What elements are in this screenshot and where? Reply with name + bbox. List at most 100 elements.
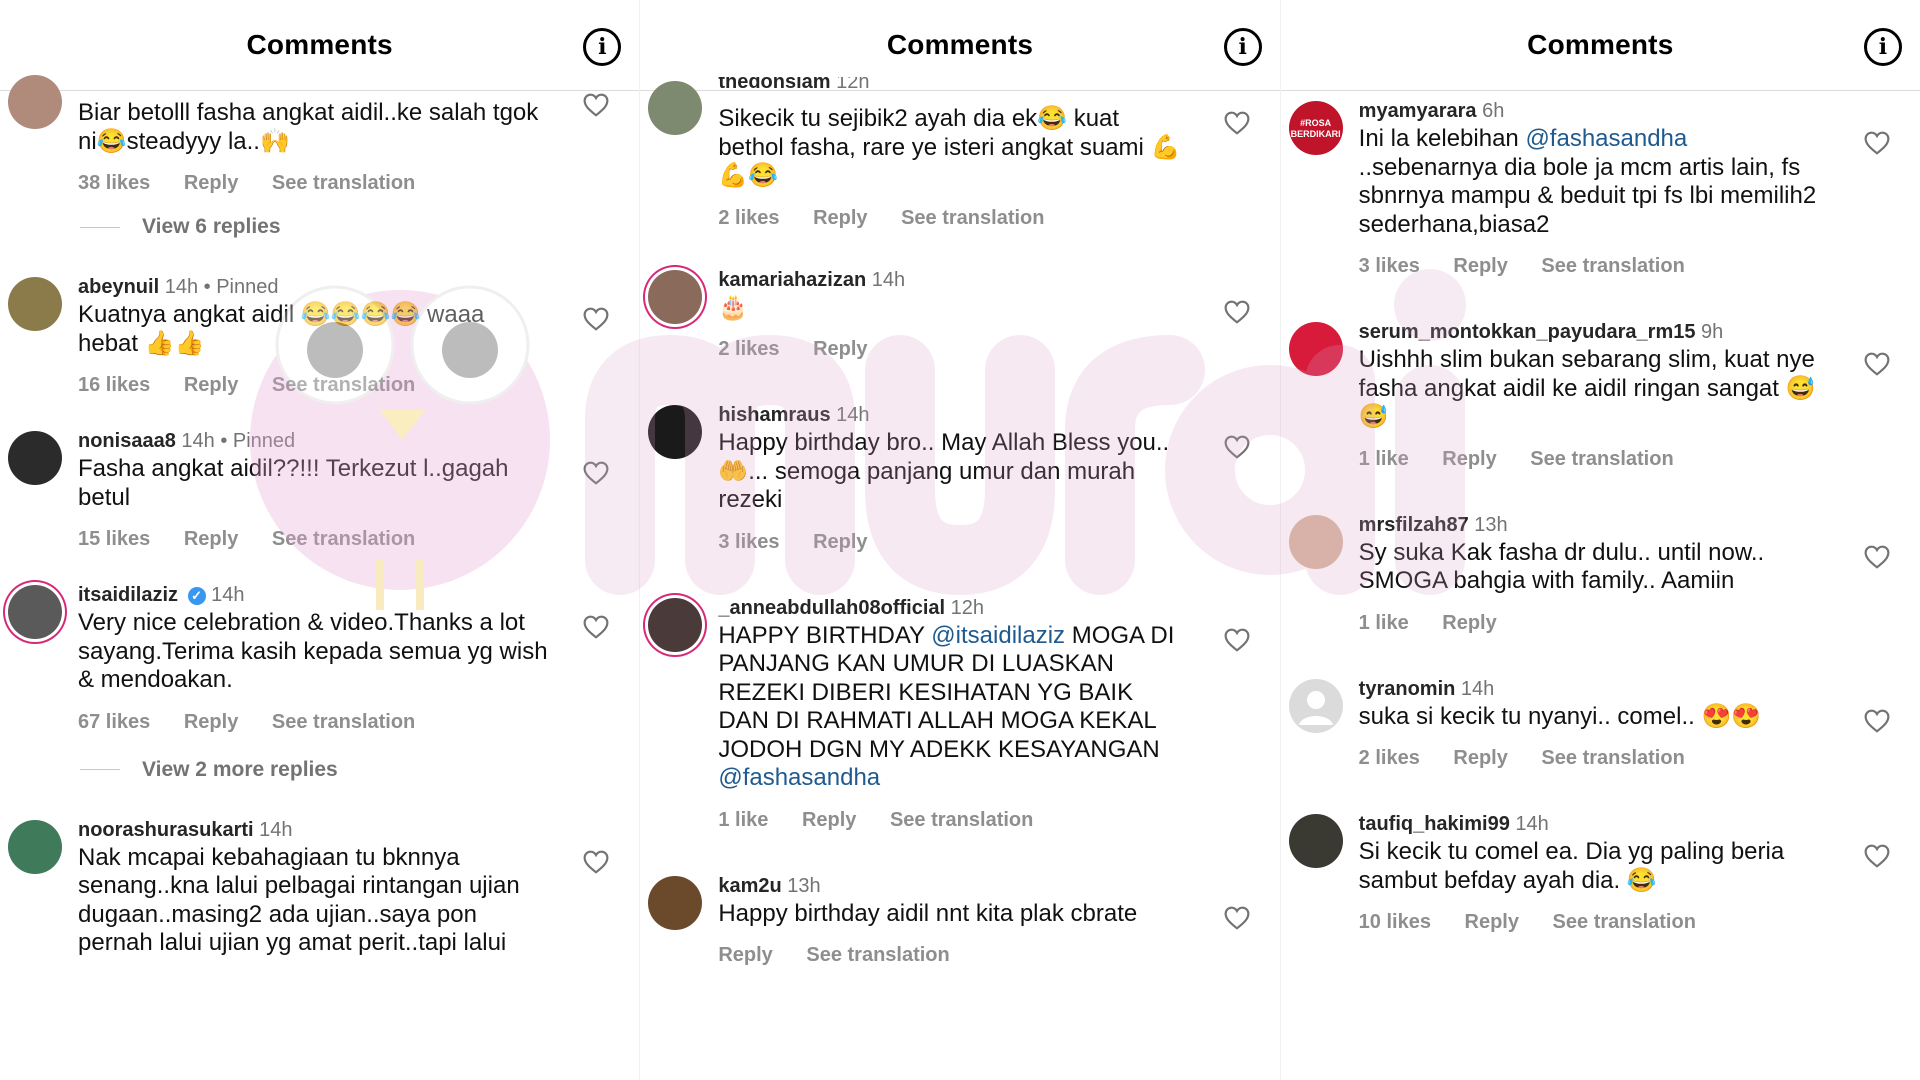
avatar[interactable] <box>1288 514 1343 569</box>
view-replies-button[interactable]: View 2 more replies <box>80 758 639 782</box>
likes-count[interactable]: 2 likes <box>718 207 779 229</box>
username-link[interactable]: hishamraus <box>718 404 830 426</box>
reply-button[interactable]: Reply <box>802 809 856 831</box>
avatar[interactable] <box>648 597 703 652</box>
see-translation-link[interactable]: See translation <box>272 528 415 550</box>
see-translation-link[interactable]: See translation <box>1541 747 1684 769</box>
heart-icon[interactable] <box>1864 352 1890 376</box>
likes-count[interactable]: 2 likes <box>1359 747 1420 769</box>
comment-time: 14h <box>164 276 199 298</box>
likes-count[interactable]: 3 likes <box>718 531 779 553</box>
info-icon[interactable]: i <box>583 28 622 66</box>
comment-meta: kam2u 13h <box>718 872 1189 900</box>
heart-icon[interactable] <box>583 615 609 639</box>
comment-actions: 2 likes Reply <box>718 338 1189 361</box>
see-translation-link[interactable]: See translation <box>272 172 415 194</box>
reply-button[interactable]: Reply <box>1442 612 1496 634</box>
avatar[interactable]: #ROSA BERDIKARI <box>1288 101 1343 155</box>
heart-icon[interactable] <box>1224 628 1250 652</box>
username-link[interactable]: thedonslam <box>718 77 830 93</box>
see-translation-link[interactable]: See translation <box>890 809 1033 831</box>
likes-count[interactable]: 3 likes <box>1359 255 1420 277</box>
see-translation-link[interactable]: See translation <box>272 711 415 733</box>
heart-icon[interactable] <box>1864 709 1890 733</box>
see-translation-link[interactable]: See translation <box>1530 448 1673 470</box>
heart-icon[interactable] <box>1224 906 1250 930</box>
username-link[interactable]: kamariahazizan <box>718 269 866 291</box>
comment-meta: itsaidilaziz ✓ 14h <box>78 581 549 609</box>
reply-button[interactable]: Reply <box>184 172 238 194</box>
avatar[interactable] <box>8 585 62 639</box>
mention-link[interactable]: @itsaidilaziz <box>931 622 1065 649</box>
username-link[interactable]: nonisaaa8 <box>78 430 176 452</box>
pinned-label: • Pinned <box>220 430 296 452</box>
heart-icon[interactable] <box>583 850 609 874</box>
avatar[interactable] <box>648 81 703 135</box>
mention-link[interactable]: @fashasandha <box>718 764 880 791</box>
username-link[interactable]: noorashurasukarti <box>78 819 254 841</box>
comment-meta: tyranomin 14h <box>1359 675 1830 703</box>
username-link[interactable]: itsaidilaziz <box>78 584 178 606</box>
likes-count[interactable]: 38 likes <box>78 172 150 194</box>
avatar[interactable] <box>8 277 62 331</box>
username-link[interactable]: mrsfilzah87 <box>1359 514 1469 536</box>
heart-icon[interactable] <box>583 307 609 331</box>
info-icon[interactable]: i <box>1223 28 1262 66</box>
likes-count[interactable]: 67 likes <box>78 711 150 733</box>
avatar[interactable] <box>1288 322 1343 376</box>
see-translation-link[interactable]: See translation <box>1553 911 1696 933</box>
see-translation-link[interactable]: See translation <box>901 207 1044 229</box>
mention-link[interactable]: @fashasandha <box>1525 125 1687 152</box>
reply-button[interactable]: Reply <box>1465 911 1519 933</box>
likes-count[interactable]: 16 likes <box>78 374 150 396</box>
avatar[interactable] <box>648 405 703 459</box>
heart-icon[interactable] <box>1864 131 1890 155</box>
info-icon[interactable]: i <box>1863 28 1902 66</box>
heart-icon[interactable] <box>1224 435 1250 459</box>
reply-button[interactable]: Reply <box>184 711 238 733</box>
heart-icon[interactable] <box>583 461 609 485</box>
heart-icon[interactable] <box>1864 844 1890 868</box>
see-translation-link[interactable]: See translation <box>272 374 415 396</box>
likes-count[interactable]: 1 like <box>1359 612 1409 634</box>
avatar[interactable] <box>648 269 703 324</box>
comments-panel-2: Comments i thedonslam 12h Sikecik tu sej… <box>639 0 1280 1080</box>
likes-count[interactable]: 2 likes <box>718 338 779 360</box>
reply-button[interactable]: Reply <box>1453 255 1507 277</box>
likes-count[interactable]: 10 likes <box>1359 911 1431 933</box>
comment-meta: taufiq_hakimi99 14h <box>1359 810 1830 838</box>
avatar[interactable] <box>8 819 62 874</box>
page-title: Comments <box>246 29 393 60</box>
view-replies-button[interactable]: View 6 replies <box>80 215 639 239</box>
heart-icon[interactable] <box>1864 545 1890 569</box>
avatar[interactable] <box>8 431 62 485</box>
reply-button[interactable]: Reply <box>1442 448 1496 470</box>
avatar[interactable] <box>648 875 703 930</box>
likes-count[interactable]: 15 likes <box>78 528 150 550</box>
reply-button[interactable]: Reply <box>184 528 238 550</box>
reply-button[interactable]: Reply <box>718 944 772 966</box>
avatar[interactable] <box>1288 814 1343 868</box>
reply-button[interactable]: Reply <box>1453 747 1507 769</box>
username-link[interactable]: myamyarara <box>1359 100 1477 122</box>
avatar[interactable] <box>8 75 62 129</box>
username-link[interactable]: abeynuil <box>78 276 159 298</box>
username-link[interactable]: serum_montokkan_payudara_rm15 <box>1359 321 1696 343</box>
see-translation-link[interactable]: See translation <box>806 944 949 966</box>
reply-button[interactable]: Reply <box>184 374 238 396</box>
avatar[interactable] <box>1288 678 1343 733</box>
comment-actions: 38 likes Reply See translation <box>78 172 549 195</box>
heart-icon[interactable] <box>583 93 609 117</box>
reply-button[interactable]: Reply <box>813 207 867 229</box>
likes-count[interactable]: 1 like <box>718 809 768 831</box>
reply-button[interactable]: Reply <box>813 531 867 553</box>
username-link[interactable]: tyranomin <box>1359 678 1456 700</box>
username-link[interactable]: taufiq_hakimi99 <box>1359 813 1510 835</box>
username-link[interactable]: _anneabdullah08official <box>718 597 945 619</box>
likes-count[interactable]: 1 like <box>1359 448 1409 470</box>
see-translation-link[interactable]: See translation <box>1541 255 1684 277</box>
reply-button[interactable]: Reply <box>813 338 867 360</box>
heart-icon[interactable] <box>1224 300 1250 324</box>
username-link[interactable]: kam2u <box>718 875 781 897</box>
heart-icon[interactable] <box>1224 111 1250 135</box>
